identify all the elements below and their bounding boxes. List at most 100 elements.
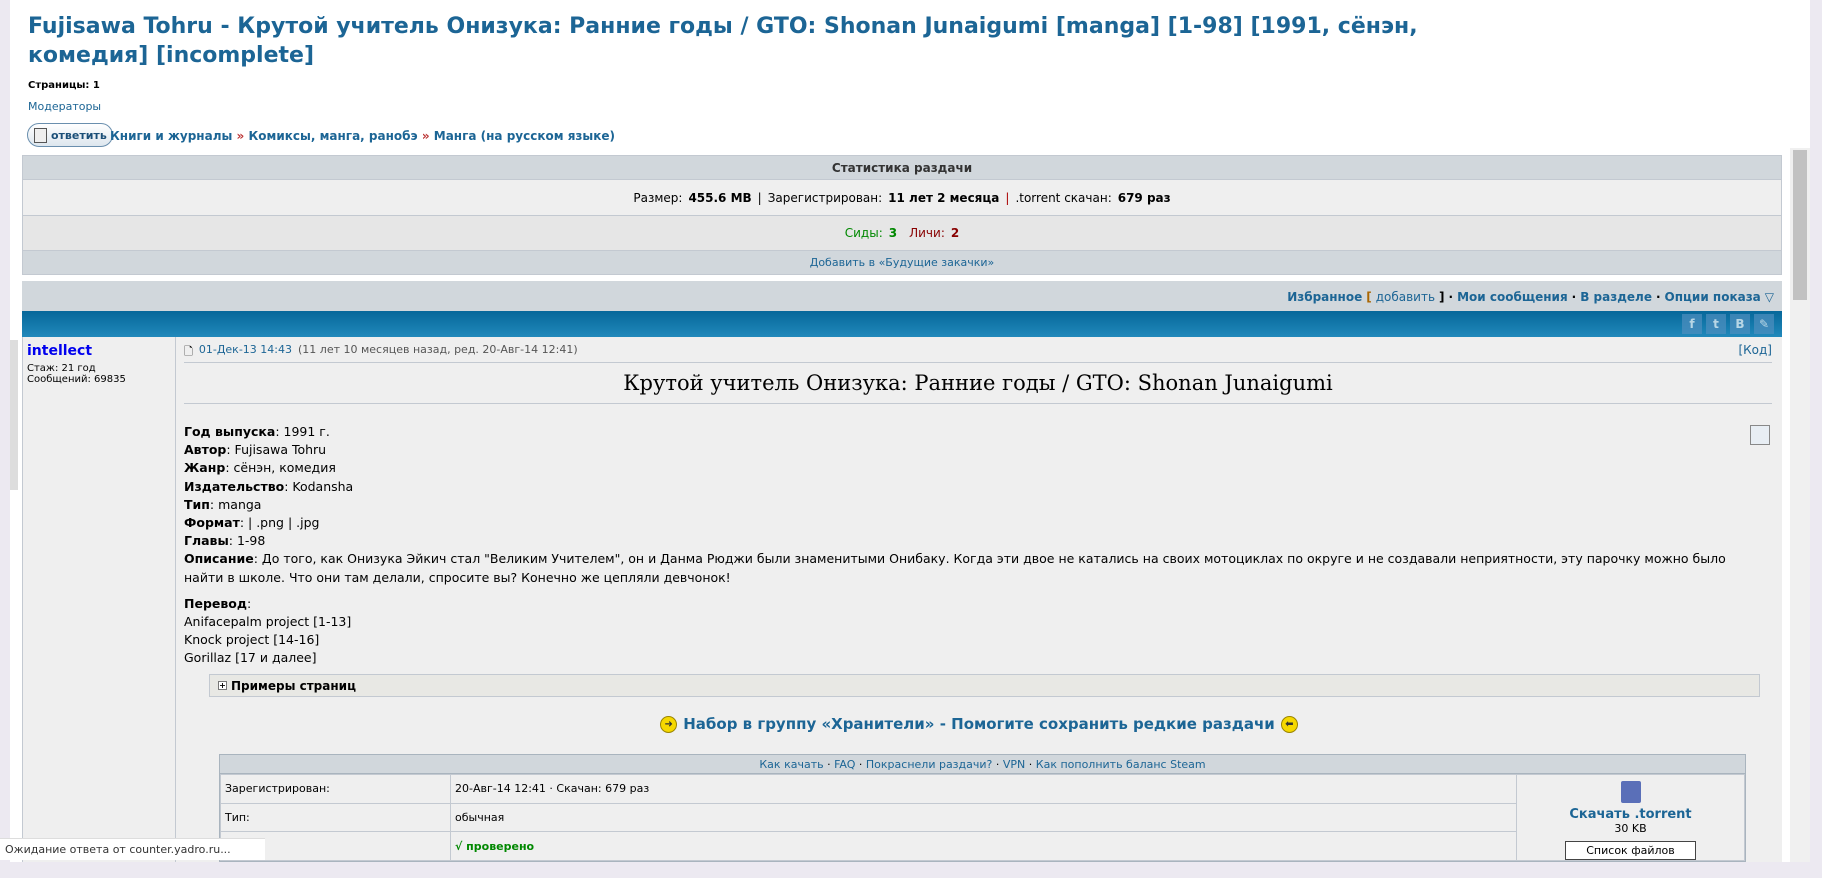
document-icon [34, 127, 47, 143]
spoiler-label: Примеры страниц [231, 678, 356, 693]
sep: | [1005, 190, 1010, 205]
info-line: Жанр: сёнэн, комедия [184, 459, 1752, 477]
in-section-link[interactable]: В разделе [1580, 290, 1652, 304]
translation-item: Gorillaz [17 и далее] [184, 650, 317, 666]
row-label: Зарегистрирован: [220, 774, 451, 804]
info-value: : сёнэн, комедия [225, 460, 336, 476]
registered-value: 11 лет 2 месяца [888, 190, 1000, 205]
size-value: 455.6 MB [688, 190, 752, 205]
expand-icon: + [218, 681, 227, 690]
info-line: Автор: Fujisawa Tohru [184, 441, 1752, 459]
bracket: ] [1439, 289, 1445, 304]
table-row: √ проверено [220, 831, 1745, 861]
torrent-info: Зарегистрирован: 20-Авг-14 12:41 · Скачан… [220, 774, 1745, 861]
size-label: Размер: [633, 190, 683, 205]
scrollbar[interactable] [1790, 148, 1810, 862]
author-tenure: Стаж: 21 год [27, 363, 96, 374]
twitter-icon[interactable]: t [1706, 314, 1726, 334]
scrollbar-thumb[interactable] [1793, 150, 1807, 300]
file-list-button[interactable]: Список файлов [1565, 841, 1696, 860]
registered-label: Зарегистрирован: [767, 190, 883, 205]
seeds-label: Сиды: [844, 226, 883, 240]
torrent-size: 30 KB [1614, 822, 1647, 835]
info-key: Тип [184, 496, 210, 512]
post-ago: (11 лет 10 месяцев назад, ред. 20-Авг-14… [298, 343, 578, 356]
topic-title[interactable]: Fujisawa Tohru - Крутой учитель Онизука:… [28, 12, 1528, 70]
info-value: : manga [209, 496, 262, 512]
page-number: 1 [92, 80, 100, 91]
download-torrent-link[interactable]: Скачать .torrent [1569, 807, 1691, 822]
vk-icon[interactable]: B [1730, 314, 1750, 334]
reply-button[interactable]: ответить [27, 123, 113, 147]
moderators-link[interactable]: Модераторы [28, 100, 101, 113]
pages-label: Страницы: [28, 80, 90, 91]
torrent-table: Как качать · FAQ · Покраснели раздачи? ·… [219, 754, 1746, 862]
leech-label: Личи: [909, 226, 945, 240]
info-line: Формат: | .png | .jpg [184, 514, 1752, 532]
faq-link[interactable]: FAQ [834, 758, 855, 771]
view-options-link[interactable]: Опции показа [1665, 290, 1761, 304]
reply-label: ответить [51, 128, 107, 142]
info-key: Описание [184, 551, 254, 567]
row-value: обычная [450, 802, 1517, 833]
author-posts: Сообщений: 69835 [27, 374, 126, 385]
keepers-link[interactable]: Набор в группу «Хранители» - Помогите со… [683, 715, 1275, 733]
pages-indicator: Страницы: 1 [28, 80, 100, 91]
post-icon: 🗋 [184, 345, 193, 358]
row-value: 20-Авг-14 12:41 · Скачан: 679 раз [450, 774, 1517, 804]
steam-link[interactable]: Как пополнить баланс Steam [1036, 758, 1206, 771]
table-row: Зарегистрирован: 20-Авг-14 12:41 · Скачан… [220, 774, 1745, 861]
sep: | [757, 190, 762, 205]
info-line: Издательство: Kodansha [184, 478, 1752, 496]
info-key: Перевод [184, 595, 247, 611]
crumb-comics[interactable]: Комиксы, манга, ранобэ [248, 129, 417, 143]
how-to-download-link[interactable]: Как качать [759, 758, 823, 771]
code-link[interactable]: [Код] [1738, 343, 1772, 357]
add-favorite-link[interactable]: добавить [1376, 290, 1435, 304]
floppy-icon[interactable] [1620, 781, 1641, 803]
download-cell: Скачать .torrent 30 KB Список файлов [1516, 774, 1745, 861]
image-icon[interactable] [1750, 425, 1770, 445]
info-key: Год выпуска [184, 424, 276, 439]
info-line: Главы: 1-98 [184, 532, 1752, 550]
stats-size-row: Размер: 455.6 MB | Зарегистрирован: 11 лет… [23, 180, 1781, 216]
info-key: Главы [184, 533, 229, 549]
breadcrumb: Книги и журналы » Комиксы, манга, ранобэ… [110, 129, 615, 143]
info-key: Формат [184, 515, 240, 531]
spoiler-page-samples[interactable]: + Примеры страниц [209, 674, 1760, 697]
row-label: Тип: [220, 802, 451, 833]
crumb-manga[interactable]: Манга (на русском языке) [434, 129, 615, 143]
info-value: : | .png | .jpg [239, 515, 320, 531]
keepers-banner: ➜ Набор в группу «Хранители» - Помогите … [176, 715, 1782, 733]
info-key: Жанр [184, 460, 226, 476]
livejournal-icon[interactable]: ✎ [1754, 314, 1774, 334]
side-panel-handle[interactable] [10, 340, 18, 490]
post-title: Крутой учитель Онизука: Ранние годы / GT… [184, 371, 1772, 404]
vpn-link[interactable]: VPN [1003, 758, 1025, 771]
post-body: 🗋 01-Дек-13 14:43 (11 лет 10 месяцев наз… [176, 337, 1782, 862]
downloaded-value: 679 раз [1117, 190, 1171, 205]
add-future-downloads-link[interactable]: Добавить в «Будущие закачки» [23, 251, 1781, 274]
info-line: Год выпуска: 1991 г. [184, 423, 1752, 441]
chevron-down-icon[interactable]: ▽ [1765, 290, 1774, 304]
info-value: : 1-98 [228, 533, 266, 549]
translation-item: Anifacepalm project [1-13] [184, 614, 352, 630]
info-line: Тип: manga [184, 496, 1752, 514]
post-date-link[interactable]: 01-Дек-13 14:43 [199, 343, 292, 356]
post-author: intellect Стаж: 21 год Сообщений: 69835 [23, 337, 176, 862]
leech-value: 2 [950, 226, 960, 240]
favorites-link[interactable]: Избранное [1287, 290, 1362, 304]
topic-nav: Избранное [добавить] · Мои сообщения · В… [22, 281, 1782, 312]
info-key: Издательство [184, 478, 285, 494]
my-posts-link[interactable]: Мои сообщения [1457, 290, 1568, 304]
crumb-books[interactable]: Книги и журналы [110, 129, 232, 143]
crumb-sep: » [236, 129, 245, 143]
red-torrents-link[interactable]: Покраснели раздачи? [866, 758, 992, 771]
facebook-icon[interactable]: f [1682, 314, 1702, 334]
author-nick[interactable]: intellect [27, 343, 171, 359]
post-header: 🗋 01-Дек-13 14:43 (11 лет 10 месяцев наз… [184, 343, 1772, 363]
page: Fujisawa Tohru - Крутой учитель Онизука:… [10, 0, 1810, 862]
info-line: Описание: До того, как Онизука Эйкич ста… [184, 550, 1752, 586]
table-row: Тип: обычная [220, 802, 1745, 833]
info-value: : 1991 г. [275, 424, 330, 439]
